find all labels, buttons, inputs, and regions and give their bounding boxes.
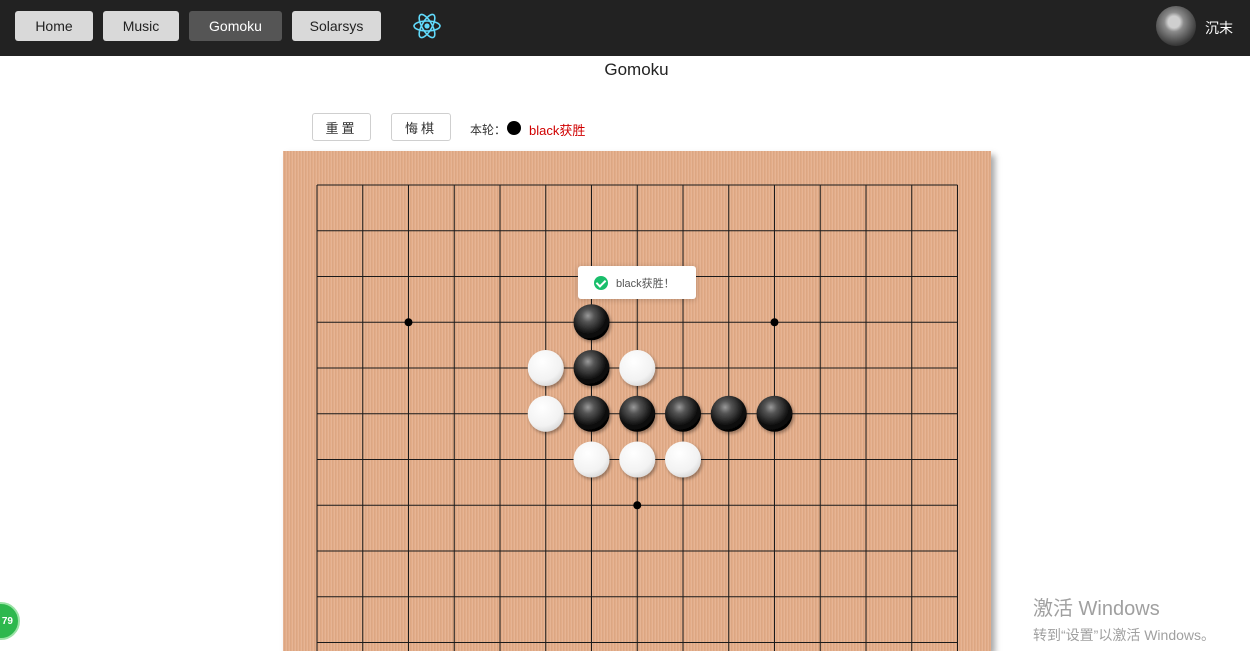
username[interactable]: 沉末 [1205, 18, 1233, 38]
floating-speed-ball[interactable]: 79 [0, 602, 20, 640]
watermark-subtitle: 转到“设置”以激活 Windows。 [1033, 627, 1216, 643]
black-stone [573, 395, 610, 432]
toast-text: black获胜！ [616, 277, 675, 290]
top-navbar: Home Music Gomoku Solarsys 沉末 [0, 0, 1250, 56]
white-stone [619, 441, 656, 478]
turn-label: 本轮： [470, 123, 507, 137]
nav-home-button[interactable]: Home [15, 11, 93, 41]
white-stone [619, 350, 656, 386]
reset-button[interactable]: 重置 [312, 113, 371, 141]
white-stone [527, 395, 564, 432]
win-toast: black获胜！ [578, 266, 696, 299]
react-atom-icon[interactable] [411, 10, 443, 42]
windows-activation-watermark: 激活 Windows 转到“设置”以激活 Windows。 [1033, 592, 1215, 645]
black-stone [665, 395, 701, 432]
nav-gomoku-button[interactable]: Gomoku [189, 11, 282, 41]
star-point [770, 318, 779, 327]
board-grid[interactable] [283, 151, 991, 651]
black-stone [573, 350, 610, 386]
nav-music-button[interactable]: Music [103, 11, 179, 41]
star-point [633, 501, 642, 510]
game-result: black获胜 [529, 123, 586, 138]
white-stone [665, 441, 701, 478]
star-point [404, 318, 413, 327]
black-stone [710, 395, 747, 432]
watermark-title: 激活 Windows [1033, 598, 1160, 620]
black-stone [756, 395, 793, 432]
gomoku-board[interactable] [283, 151, 991, 651]
black-stone [573, 304, 610, 341]
white-stone [573, 441, 610, 478]
black-stone [619, 395, 656, 432]
undo-button[interactable]: 悔棋 [391, 113, 451, 141]
page-title: Gomoku [604, 60, 669, 79]
check-circle-icon [594, 275, 608, 290]
avatar[interactable] [1156, 6, 1196, 46]
nav-solarsys-button[interactable]: Solarsys [292, 11, 381, 41]
current-turn-stone [507, 121, 521, 135]
white-stone [527, 350, 564, 386]
